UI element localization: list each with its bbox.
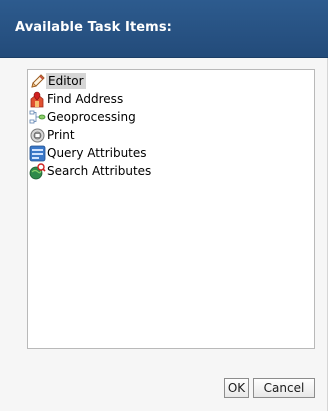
find-address-icon (29, 91, 46, 108)
list-item-query-attributes[interactable]: Query Attributes (29, 144, 147, 162)
search-attributes-icon (29, 162, 46, 180)
query-attributes-icon (29, 145, 46, 162)
list-item-search-attributes[interactable]: Search Attributes (29, 162, 151, 180)
print-icon (29, 127, 46, 144)
list-item-label: Editor (46, 73, 86, 89)
task-items-dialog: Available Task Items: Editor Find Addres… (0, 0, 328, 411)
list-item-label: Find Address (47, 92, 124, 106)
dialog-titlebar: Available Task Items: (0, 0, 328, 58)
list-item-geoprocessing[interactable]: Geoprocessing (29, 108, 136, 126)
list-item-label: Print (47, 128, 75, 142)
ok-button[interactable]: OK (224, 378, 249, 398)
list-item-label: Search Attributes (47, 164, 152, 178)
dialog-title: Available Task Items: (15, 20, 172, 35)
list-item-label: Geoprocessing (47, 110, 136, 124)
cancel-button[interactable]: Cancel (253, 378, 315, 398)
task-items-list[interactable]: Editor Find Address Geoprocessing Print … (27, 69, 315, 349)
geoprocessing-icon (29, 109, 46, 126)
list-item-editor[interactable]: Editor (29, 72, 86, 90)
pencil-icon (29, 73, 46, 90)
list-item-label: Query Attributes (47, 146, 147, 160)
list-item-print[interactable]: Print (29, 126, 75, 144)
list-item-find-address[interactable]: Find Address (29, 90, 123, 108)
